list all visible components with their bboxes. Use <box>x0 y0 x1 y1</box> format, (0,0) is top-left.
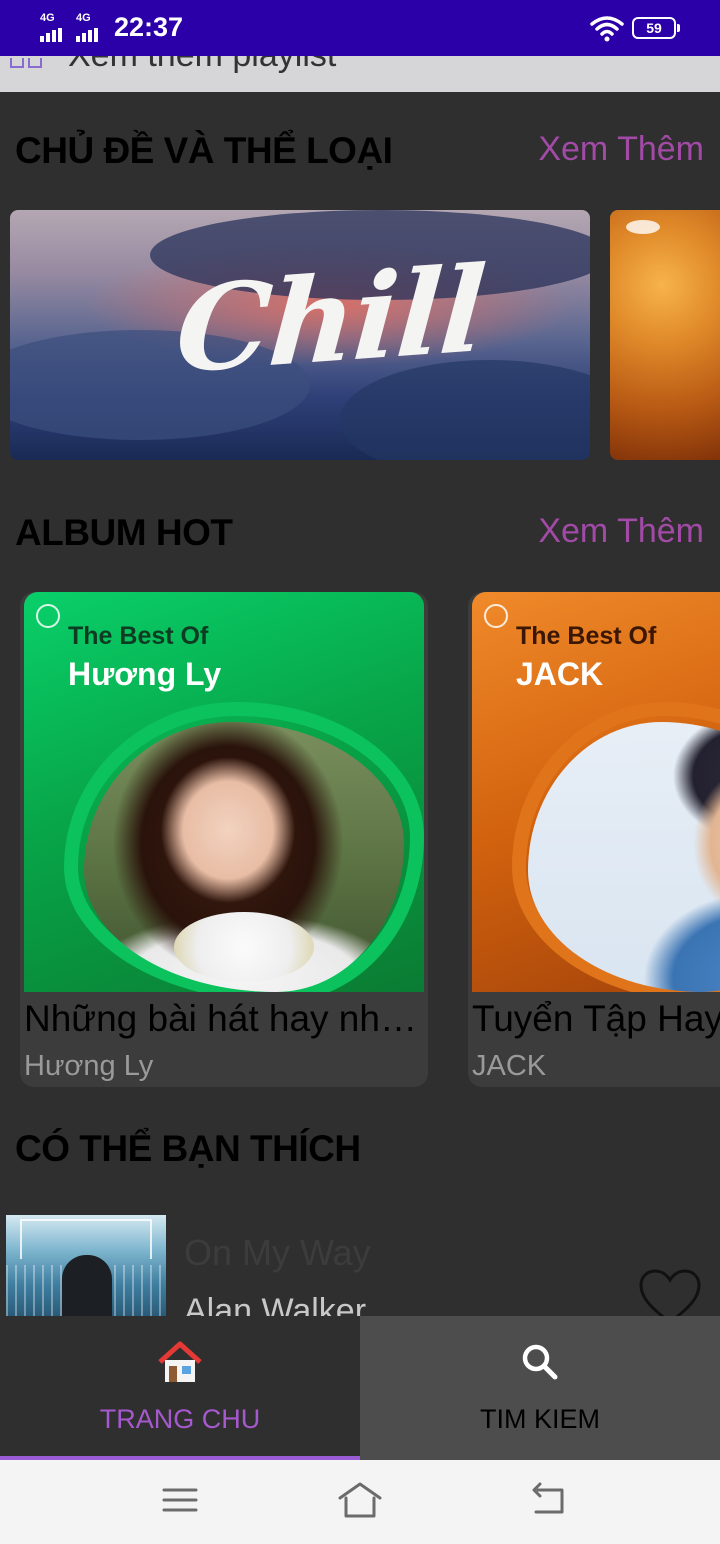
album-card[interactable]: The Best Of JACK Tuyển Tập Hay Nhất JACK <box>468 592 720 1087</box>
tab-search[interactable]: TIM KIEM <box>360 1316 720 1460</box>
system-navigation-bar <box>0 1460 720 1544</box>
album-cover: The Best Of Hương Ly <box>24 592 424 992</box>
heart-icon[interactable] <box>638 1268 702 1316</box>
playlist-icon <box>10 58 46 68</box>
genres-see-more-link[interactable]: Xem Thêm <box>538 130 704 169</box>
song-artist: Alan Walker <box>184 1292 367 1316</box>
back-icon[interactable] <box>526 1480 574 1520</box>
album-artist: Hương Ly <box>24 1050 154 1082</box>
tab-home-label: TRANG CHU <box>99 1404 261 1434</box>
battery-icon: 59 <box>632 17 680 39</box>
signal-icon: 4G <box>76 12 108 42</box>
brand-logo-icon <box>626 220 660 234</box>
genre-banner-label: Chill <box>171 239 489 400</box>
album-title: Những bài hát hay nhất của Hương Ly <box>24 998 424 1039</box>
search-icon <box>522 1344 558 1380</box>
wifi-icon <box>590 16 624 42</box>
album-title: Tuyển Tập Hay Nhất <box>472 998 720 1039</box>
genre-banner-chill[interactable]: Chill <box>10 210 590 460</box>
cover-artist-name: JACK <box>516 656 604 692</box>
network-type: 4G <box>76 12 91 24</box>
cover-subtitle: The Best Of <box>68 622 209 650</box>
brand-logo-icon <box>484 604 508 628</box>
playlist-more-label: Xem thêm playlist <box>68 56 336 75</box>
home-icon <box>158 1341 202 1382</box>
cover-subtitle: The Best Of <box>516 622 657 650</box>
tab-home[interactable]: TRANG CHU <box>0 1316 360 1460</box>
network-type: 4G <box>40 12 55 24</box>
bottom-navigation: TRANG CHU TIM KIEM <box>0 1316 720 1460</box>
tab-search-label: TIM KIEM <box>480 1404 600 1434</box>
albums-section-title: ALBUM HOT <box>15 512 233 553</box>
app-screen: 4G 4G 22:37 59 Xem thêm playlist CHỦ ĐỀ … <box>0 0 720 1544</box>
genres-section-title: CHỦ ĐỀ VÀ THỂ LOẠI <box>15 130 393 171</box>
albums-see-more-link[interactable]: Xem Thêm <box>538 512 704 551</box>
brand-logo-icon <box>36 604 60 628</box>
playlist-more-row[interactable]: Xem thêm playlist <box>0 56 720 92</box>
home-icon[interactable] <box>336 1480 384 1520</box>
cover-artist-name: Hương Ly <box>68 656 222 692</box>
menu-icon[interactable] <box>156 1480 204 1520</box>
genre-banner[interactable] <box>610 210 720 460</box>
suggestions-section-title: CÓ THỂ BẠN THÍCH <box>15 1128 361 1169</box>
battery-level: 59 <box>646 20 662 36</box>
song-artwork <box>6 1215 166 1316</box>
album-artist: JACK <box>472 1050 547 1082</box>
album-card[interactable]: The Best Of Hương Ly Những bài hát hay n… <box>20 592 428 1087</box>
signal-icon: 4G <box>40 12 72 42</box>
status-bar: 4G 4G 22:37 59 <box>0 0 720 56</box>
song-title: On My Way <box>184 1232 371 1273</box>
status-time: 22:37 <box>114 12 184 42</box>
list-item[interactable]: On My Way Alan Walker <box>0 1200 720 1316</box>
album-cover: The Best Of JACK <box>472 592 720 992</box>
